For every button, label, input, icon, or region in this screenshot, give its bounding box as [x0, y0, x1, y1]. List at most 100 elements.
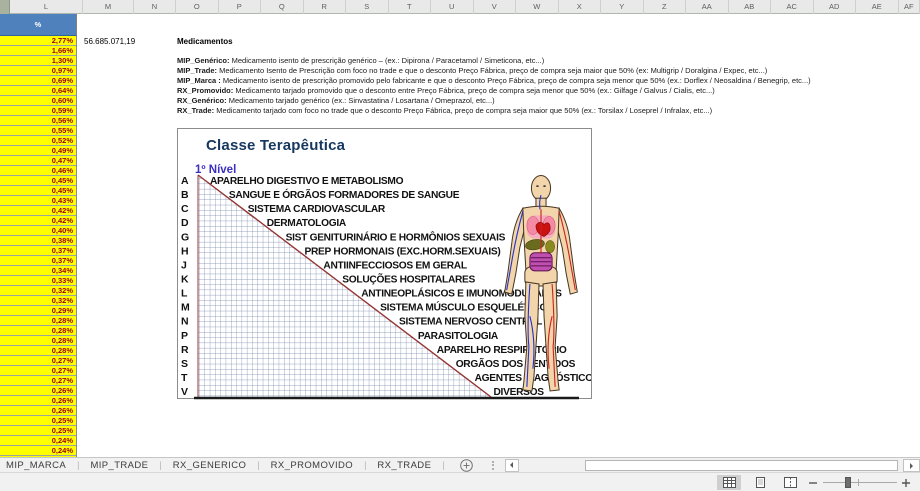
definition-cell[interactable]: MIP_Trade: Medicamento Isento de Prescri…: [177, 66, 917, 76]
percent-cell[interactable]: 0,59%: [0, 106, 76, 116]
percent-cell[interactable]: 0,42%: [0, 216, 76, 226]
percent-cell[interactable]: 0,40%: [0, 226, 76, 236]
sheet-tab[interactable]: RX_PROMOVIDO: [261, 458, 363, 473]
column-header[interactable]: V: [474, 0, 517, 14]
column-header[interactable]: S: [346, 0, 389, 14]
percent-cell[interactable]: 0,33%: [0, 276, 76, 286]
percent-cell[interactable]: 0,43%: [0, 196, 76, 206]
percent-cell[interactable]: 0,32%: [0, 296, 76, 306]
percent-cell[interactable]: 0,24%: [0, 436, 76, 446]
sheet-tab[interactable]: RX_GENERICO: [163, 458, 257, 473]
classe-terapeutica-image[interactable]: Classe Terapêutica 1º Nível AAPARELHO DI…: [177, 128, 592, 399]
percent-cell[interactable]: 0,32%: [0, 286, 76, 296]
percent-cell[interactable]: 0,28%: [0, 336, 76, 346]
definition-text: Medicamento tarjado genérico (ex.: Sinva…: [227, 96, 495, 105]
percent-cell[interactable]: 0,37%: [0, 246, 76, 256]
percent-cell[interactable]: 0,55%: [0, 126, 76, 136]
column-header[interactable]: M: [83, 0, 134, 14]
percent-cell[interactable]: 0,97%: [0, 66, 76, 76]
column-header[interactable]: X: [559, 0, 602, 14]
sheet-tab[interactable]: MIP_MARCA: [0, 458, 76, 473]
definition-cell[interactable]: RX_Genérico: Medicamento tarjado genéric…: [177, 96, 917, 106]
sheet-tab[interactable]: RX_TRADE: [367, 458, 441, 473]
percent-cell[interactable]: 0,69%: [0, 76, 76, 86]
percent-cell[interactable]: 0,38%: [0, 236, 76, 246]
percent-cell[interactable]: 0,60%: [0, 96, 76, 106]
percent-cell[interactable]: 0,25%: [0, 426, 76, 436]
column-header[interactable]: O: [176, 0, 219, 14]
total-value-cell[interactable]: 56.685.071,19: [84, 37, 135, 46]
percent-cell[interactable]: 0,46%: [0, 166, 76, 176]
percent-cell[interactable]: 0,26%: [0, 386, 76, 396]
percent-cell[interactable]: 0,64%: [0, 86, 76, 96]
column-header[interactable]: AC: [771, 0, 814, 14]
percent-cell[interactable]: 0,52%: [0, 136, 76, 146]
medicamentos-title-cell[interactable]: Medicamentos: [177, 37, 233, 46]
definition-cell[interactable]: MIP_Marca : Medicamento isento de prescr…: [177, 76, 917, 86]
column-header[interactable]: T: [389, 0, 432, 14]
column-header[interactable]: U: [431, 0, 474, 14]
percent-cell[interactable]: 0,34%: [0, 266, 76, 276]
percent-cell[interactable]: 1,66%: [0, 46, 76, 56]
percent-cell[interactable]: 0,26%: [0, 396, 76, 406]
column-header[interactable]: AF: [899, 0, 920, 14]
percent-cell[interactable]: 0,28%: [0, 316, 76, 326]
column-header[interactable]: N: [134, 0, 176, 14]
class-code-V: V: [181, 386, 188, 398]
percent-cell[interactable]: 0,37%: [0, 256, 76, 266]
definition-cell[interactable]: MIP_Genérico: Medicamento isento de pres…: [177, 56, 917, 66]
percent-cell[interactable]: 0,42%: [0, 206, 76, 216]
column-header[interactable]: R: [304, 0, 347, 14]
class-code-N: N: [181, 316, 189, 328]
zoom-in-button[interactable]: [899, 475, 913, 490]
percent-cell[interactable]: 0,47%: [0, 156, 76, 166]
page-break-view-button[interactable]: [778, 475, 802, 490]
percent-cell[interactable]: 0,45%: [0, 186, 76, 196]
percent-cell[interactable]: 0,49%: [0, 146, 76, 156]
column-header[interactable]: AD: [814, 0, 857, 14]
class-code-R: R: [181, 344, 189, 356]
percent-cell[interactable]: 0,56%: [0, 116, 76, 126]
column-header[interactable]: Q: [261, 0, 304, 14]
percent-cell[interactable]: 1,30%: [0, 56, 76, 66]
percent-cell[interactable]: 0,45%: [0, 176, 76, 186]
zoom-slider-handle[interactable]: [845, 477, 851, 488]
sheet-tab[interactable]: MIP_TRADE: [80, 458, 158, 473]
percent-cell[interactable]: 0,27%: [0, 376, 76, 386]
percent-cell[interactable]: 0,28%: [0, 346, 76, 356]
zoom-slider-track[interactable]: [823, 482, 897, 483]
percent-cell[interactable]: 0,27%: [0, 366, 76, 376]
hscroll-thumb[interactable]: [585, 460, 898, 471]
percent-cell[interactable]: 0,29%: [0, 306, 76, 316]
definition-term: MIP_Trade:: [177, 66, 217, 75]
definition-text: Medicamento isento de prescrição promovi…: [221, 76, 811, 85]
percent-cell[interactable]: 0,26%: [0, 406, 76, 416]
percent-cell[interactable]: 0,28%: [0, 326, 76, 336]
column-header[interactable]: Z: [644, 0, 687, 14]
zoom-out-button[interactable]: [806, 475, 820, 490]
normal-view-button[interactable]: [717, 475, 741, 490]
column-header[interactable]: W: [516, 0, 559, 14]
page-layout-view-button[interactable]: [748, 475, 772, 490]
column-header[interactable]: P: [219, 0, 262, 14]
column-header[interactable]: AE: [856, 0, 899, 14]
definitions-block: MIP_Genérico: Medicamento isento de pres…: [177, 56, 917, 117]
hscroll-left-arrow[interactable]: [505, 459, 519, 472]
right-arrow-icon: [910, 463, 916, 469]
partial-column-header[interactable]: [0, 0, 10, 14]
percent-cell[interactable]: 0,25%: [0, 416, 76, 426]
column-header[interactable]: L: [10, 0, 83, 14]
definition-cell[interactable]: RX_Trade: Medicamento tarjado com foco n…: [177, 106, 917, 116]
tab-options-dots-icon[interactable]: [492, 459, 495, 471]
hscroll-right-arrow[interactable]: [903, 459, 920, 472]
percent-cell[interactable]: 0,27%: [0, 356, 76, 366]
column-header[interactable]: AA: [686, 0, 729, 14]
column-header[interactable]: Y: [601, 0, 644, 14]
definition-cell[interactable]: RX_Promovido: Medicamento tarjado promov…: [177, 86, 917, 96]
percent-cell[interactable]: 0,24%: [0, 446, 76, 456]
column-header[interactable]: AB: [729, 0, 772, 14]
percent-cell[interactable]: 2,77%: [0, 36, 76, 46]
class-label: SANGUE E ÓRGÃOS FORMADORES DE SANGUE: [229, 188, 460, 201]
representatividade-header-cell[interactable]: % Representatividade: [0, 14, 77, 36]
new-sheet-button[interactable]: [460, 458, 474, 472]
